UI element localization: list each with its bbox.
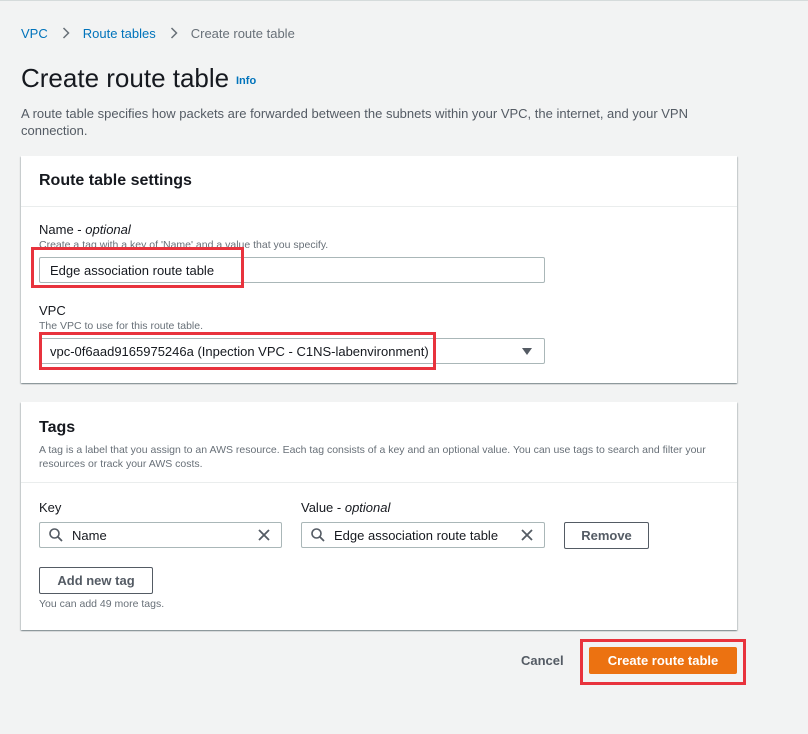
cancel-button[interactable]: Cancel xyxy=(521,653,564,668)
optional-label: optional xyxy=(344,500,391,515)
tag-key-label: Key xyxy=(39,500,62,515)
name-input[interactable] xyxy=(39,257,545,283)
tags-panel-title: Tags xyxy=(39,419,76,436)
search-icon xyxy=(311,528,325,542)
caret-down-icon xyxy=(522,348,532,355)
tags-panel: Tags A tag is a label that you assign to… xyxy=(21,402,737,630)
add-new-tag-button[interactable]: Add new tag xyxy=(39,567,153,594)
remove-tag-button[interactable]: Remove xyxy=(564,522,649,549)
create-route-table-button[interactable]: Create route table xyxy=(589,647,737,674)
vpc-field-description: The VPC to use for this route table. xyxy=(39,320,204,332)
breadcrumb-current: Create route table xyxy=(190,25,295,41)
search-icon xyxy=(49,528,63,542)
vpc-select[interactable]: vpc-0f6aad9165975246a (Inpection VPC - C… xyxy=(39,338,545,364)
close-icon[interactable] xyxy=(257,528,271,542)
tag-key-input[interactable]: Name xyxy=(39,522,282,548)
vpc-select-value: vpc-0f6aad9165975246a (Inpection VPC - C… xyxy=(50,343,429,359)
breadcrumb-route-tables[interactable]: Route tables xyxy=(83,26,156,41)
breadcrumb-vpc[interactable]: VPC xyxy=(21,26,48,41)
page-title: Create route table xyxy=(21,63,230,93)
settings-panel-title: Route table settings xyxy=(39,172,192,189)
breadcrumb: VPC Route tables Create route table xyxy=(21,25,295,41)
close-icon[interactable] xyxy=(520,528,534,542)
chevron-right-icon xyxy=(170,27,178,39)
tag-value-label: Value - optional xyxy=(301,500,391,515)
info-link[interactable]: Info xyxy=(236,75,256,87)
optional-label: optional xyxy=(85,222,131,237)
settings-panel-header: Route table settings xyxy=(21,156,737,207)
tag-value-input[interactable]: Edge association route table xyxy=(301,522,545,548)
tags-limit-hint: You can add 49 more tags. xyxy=(39,598,165,610)
page-description: A route table specifies how packets are … xyxy=(21,106,688,138)
vpc-field-label: VPC xyxy=(39,303,66,318)
top-divider xyxy=(0,0,808,1)
tags-description: A tag is a label that you assign to an A… xyxy=(39,444,706,470)
tags-panel-header: Tags A tag is a label that you assign to… xyxy=(21,402,737,483)
name-field-label: Name - optional xyxy=(39,222,131,237)
tag-key-value: Name xyxy=(72,527,107,543)
name-field-description: Create a tag with a key of 'Name' and a … xyxy=(39,239,329,251)
tag-value-value: Edge association route table xyxy=(334,527,499,543)
chevron-right-icon xyxy=(62,27,70,39)
route-table-settings-panel: Route table settings Name - optional Cre… xyxy=(21,156,737,383)
